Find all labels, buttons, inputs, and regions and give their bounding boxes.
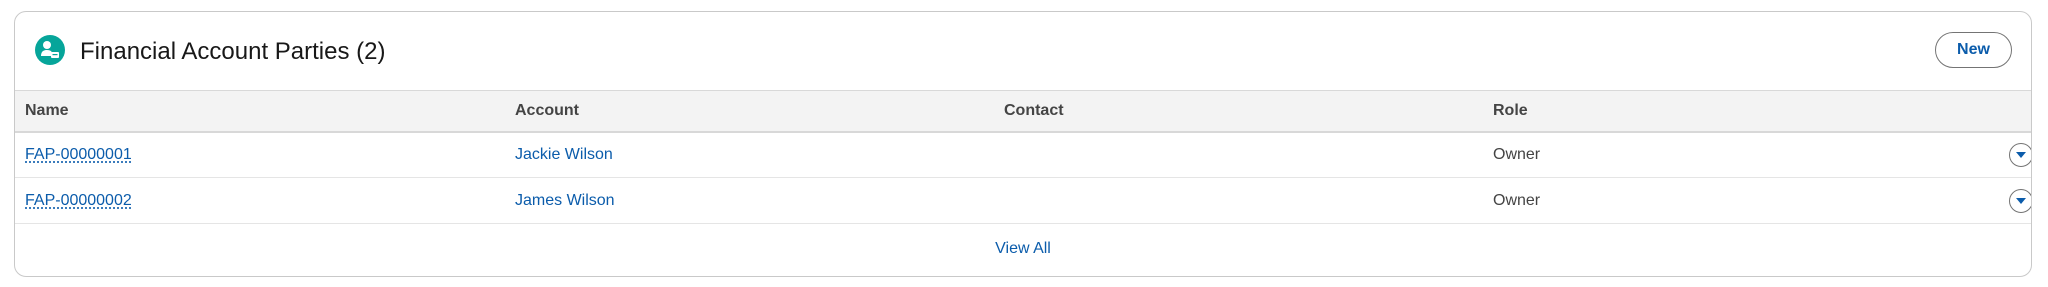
parties-table: Name Account Contact Role FAP-00000001 J… [15, 90, 2031, 224]
record-name-link[interactable]: FAP-00000001 [25, 146, 132, 163]
role-text: Owner [1493, 145, 1541, 163]
cell-role: Owner [1483, 177, 1972, 224]
financial-account-party-icon [35, 35, 65, 65]
account-link[interactable]: James Wilson [515, 192, 615, 209]
table-row: FAP-00000001 Jackie Wilson Owner [15, 131, 2031, 178]
related-list-card: Financial Account Parties (2) New Name A… [14, 11, 2032, 277]
column-header-name[interactable]: Name [15, 90, 505, 133]
cell-actions [1972, 131, 2031, 178]
column-header-role[interactable]: Role [1483, 90, 1972, 133]
record-name-link[interactable]: FAP-00000002 [25, 192, 132, 209]
cell-contact [994, 131, 1483, 178]
table-row: FAP-00000002 James Wilson Owner [15, 177, 2031, 224]
column-header-account[interactable]: Account [505, 90, 994, 133]
card-footer: View All [15, 224, 2031, 276]
cell-account: James Wilson [505, 177, 994, 224]
account-link[interactable]: Jackie Wilson [515, 146, 613, 163]
row-actions-dropdown-button[interactable] [2009, 142, 2031, 167]
card-header: Financial Account Parties (2) New [15, 12, 2031, 90]
chevron-down-icon [2016, 151, 2026, 158]
column-header-actions [1972, 90, 2031, 133]
card-title[interactable]: Financial Account Parties (2) [80, 38, 385, 66]
role-text: Owner [1493, 191, 1541, 209]
view-all-link[interactable]: View All [995, 240, 1051, 258]
row-actions-dropdown-button[interactable] [2009, 188, 2031, 213]
chevron-down-icon [2016, 197, 2026, 204]
column-header-contact[interactable]: Contact [994, 90, 1483, 133]
new-button[interactable]: New [1935, 32, 2012, 68]
cell-contact [994, 177, 1483, 224]
cell-role: Owner [1483, 131, 1972, 178]
cell-name: FAP-00000002 [15, 177, 505, 224]
cell-name: FAP-00000001 [15, 131, 505, 178]
cell-account: Jackie Wilson [505, 131, 994, 178]
cell-actions [1972, 177, 2031, 224]
table-header-row: Name Account Contact Role [15, 90, 2031, 133]
